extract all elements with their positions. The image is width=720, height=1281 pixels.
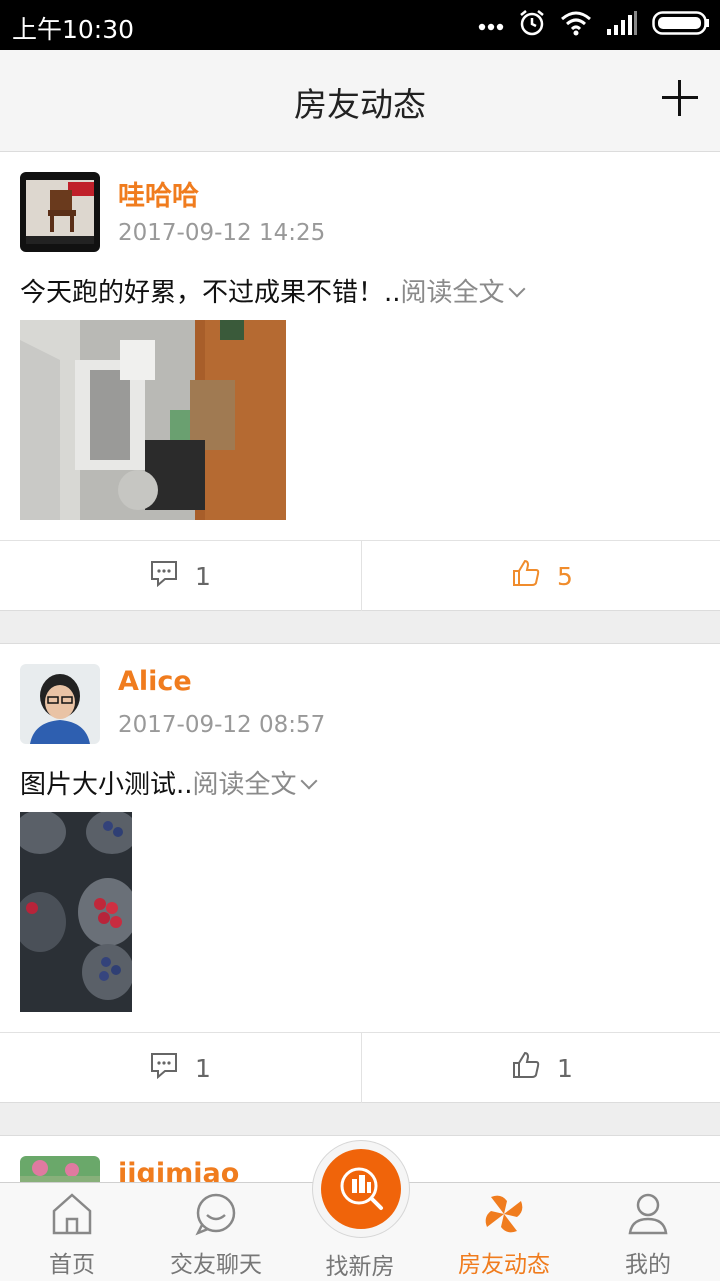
thumbs-up-icon [511, 558, 541, 594]
app-header: 房友动态 [0, 50, 720, 152]
signal-icon [606, 11, 638, 39]
post-time: 2017-09-12 08:57 [118, 712, 326, 738]
post-text: 图片大小测试..阅读全文 [20, 764, 318, 801]
nav-chat-label: 交友聊天 [170, 1252, 262, 1278]
like-button[interactable]: 1 [361, 1033, 720, 1103]
battery-icon [652, 11, 710, 39]
nav-profile[interactable]: 我的 [576, 1183, 720, 1281]
read-more-label: 阅读全文 [400, 278, 505, 308]
post-body: 今天跑的好累，不过成果不错！.. [20, 278, 401, 308]
center-button-circle [321, 1149, 401, 1229]
status-icons [478, 8, 710, 42]
comment-count: 1 [195, 1053, 211, 1083]
post-card: Alice 2017-09-12 08:57 图片大小测试..阅读全文 1 1 [0, 643, 720, 1103]
wifi-icon [560, 10, 592, 40]
post-text: 今天跑的好累，不过成果不错！..阅读全文 [20, 272, 526, 309]
comment-count: 1 [195, 561, 211, 591]
comment-icon [149, 1051, 179, 1085]
like-count: 1 [557, 1053, 573, 1083]
like-button[interactable]: 5 [361, 541, 720, 611]
thumbs-up-icon [511, 1050, 541, 1086]
read-more-link[interactable]: 阅读全文 [192, 770, 318, 800]
post-author-name[interactable]: Alice [118, 666, 192, 697]
find-house-center-button[interactable] [312, 1140, 410, 1238]
status-bar: 上午10:30 [0, 0, 720, 50]
alarm-icon [518, 9, 546, 41]
comment-button[interactable]: 1 [0, 1033, 360, 1103]
post-photo[interactable] [20, 320, 286, 520]
nav-moments-label: 房友动态 [458, 1252, 550, 1278]
read-more-link[interactable]: 阅读全文 [400, 278, 526, 308]
nav-profile-label: 我的 [625, 1252, 671, 1278]
post-author-name[interactable]: 哇哈哈 [118, 174, 199, 213]
page-title: 房友动态 [294, 85, 426, 124]
nav-chat[interactable]: 交友聊天 [144, 1183, 288, 1281]
comment-icon [149, 559, 179, 593]
post-time: 2017-09-12 14:25 [118, 220, 326, 246]
comment-button[interactable]: 1 [0, 541, 360, 611]
post-actions: 1 1 [0, 1032, 720, 1103]
nav-home-label: 首页 [49, 1252, 95, 1278]
avatar[interactable] [20, 172, 100, 252]
like-count: 5 [557, 561, 573, 591]
post-actions: 1 5 [0, 540, 720, 611]
post-card: 哇哈哈 2017-09-12 14:25 今天跑的好累，不过成果不错！..阅读全… [0, 151, 720, 611]
status-time: 上午10:30 [12, 15, 135, 44]
chevron-down-icon [300, 772, 318, 790]
post-body: 图片大小测试.. [20, 770, 193, 800]
avatar[interactable] [20, 664, 100, 744]
add-post-button[interactable] [662, 80, 698, 116]
read-more-label: 阅读全文 [192, 770, 297, 800]
post-photo[interactable] [20, 812, 132, 1012]
nav-home[interactable]: 首页 [0, 1183, 144, 1281]
chevron-down-icon [508, 280, 526, 298]
nav-moments[interactable]: 房友动态 [432, 1183, 576, 1281]
nav-find-house-label: 找新房 [325, 1254, 395, 1280]
more-dots-icon [478, 16, 504, 35]
